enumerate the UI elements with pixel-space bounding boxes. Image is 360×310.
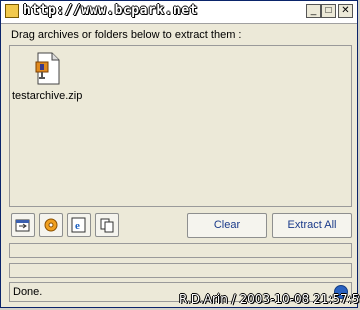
window-title: http://www.bcpark.net	[23, 3, 198, 18]
settings-icon	[44, 218, 58, 232]
zip-file-icon	[34, 52, 62, 86]
status-text: Done.	[13, 286, 43, 298]
file-name: testarchive.zip	[12, 90, 83, 102]
extract-all-button[interactable]: Extract All	[272, 213, 352, 238]
app-window: http://www.bcpark.net _ □ ✕ Drag archive…	[0, 0, 360, 308]
minimize-button[interactable]: _	[306, 4, 321, 18]
progress-bar-file	[9, 243, 352, 258]
internet-explorer-icon: e	[71, 217, 86, 233]
clear-button[interactable]: Clear	[187, 213, 267, 238]
maximize-button[interactable]: □	[321, 4, 336, 18]
instruction-label: Drag archives or folders below to extrac…	[11, 29, 242, 41]
progress-bar-total	[9, 263, 352, 278]
watermark: R.D.Arin / 2003-10-08 21:57:59	[179, 292, 360, 306]
browser-button[interactable]: e	[67, 213, 91, 237]
file-item[interactable]: testarchive.zip	[12, 50, 88, 110]
folder-icon	[15, 219, 30, 232]
copy-icon	[100, 218, 114, 233]
drop-area[interactable]: testarchive.zip	[9, 45, 352, 207]
svg-text:e: e	[75, 220, 80, 232]
close-button[interactable]: ✕	[338, 4, 353, 18]
folder-button[interactable]	[11, 213, 35, 237]
copy-button[interactable]	[95, 213, 119, 237]
settings-button[interactable]	[39, 213, 63, 237]
title-bar[interactable]: http://www.bcpark.net _ □ ✕	[1, 1, 357, 24]
app-icon	[5, 4, 19, 18]
